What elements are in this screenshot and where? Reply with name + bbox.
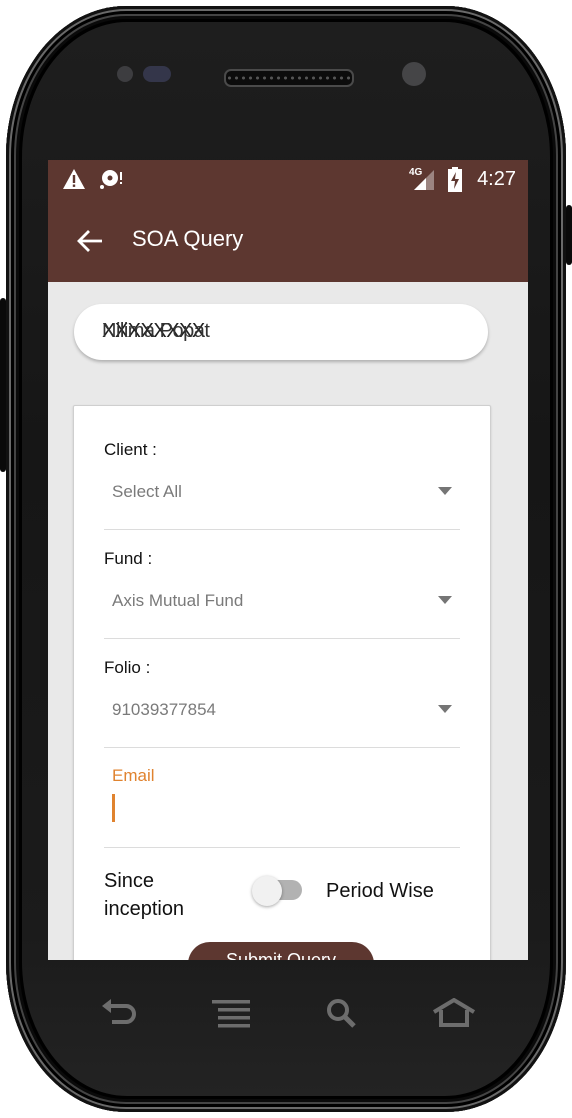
client-name-overlay-b: Nilima Popat — [102, 320, 210, 342]
query-form-card: Client : Select All Fund : Axis Mutual F… — [73, 405, 491, 960]
client-name-field[interactable]: XXXXXXXX Nilima Popat — [74, 304, 488, 360]
device-menu-icon[interactable] — [212, 998, 252, 1028]
power-button — [566, 205, 572, 265]
divider — [104, 747, 460, 748]
client-label: Client : — [104, 440, 157, 459]
folio-label: Folio : — [104, 658, 151, 677]
front-camera — [402, 62, 426, 86]
divider — [104, 529, 460, 530]
status-bar: 4G 4:27 — [48, 160, 528, 200]
signal-icon — [414, 170, 434, 190]
app-bar: SOA Query — [48, 200, 528, 282]
fund-label: Fund : — [104, 549, 153, 568]
page-title: SOA Query — [132, 226, 244, 251]
earpiece-speaker — [224, 69, 354, 87]
light-sensor — [143, 66, 171, 82]
period-toggle-thumb[interactable] — [252, 876, 282, 906]
device-search-icon[interactable] — [326, 998, 358, 1028]
proximity-sensor — [117, 66, 133, 82]
dropdown-arrow-icon — [438, 487, 452, 495]
divider — [104, 847, 460, 848]
since-inception-label: Since inception — [104, 867, 184, 923]
email-input[interactable] — [104, 790, 460, 828]
email-label: Email — [112, 766, 155, 785]
period-wise-label: Period Wise — [326, 880, 434, 902]
sd-card-alert-icon — [100, 170, 122, 189]
dropdown-arrow-icon — [438, 596, 452, 604]
since-inception-line1: Since — [104, 870, 155, 892]
folio-selected-value: 91039377854 — [112, 700, 217, 719]
dropdown-arrow-icon — [438, 705, 452, 713]
device-back-icon[interactable] — [100, 998, 138, 1028]
text-cursor — [112, 794, 115, 822]
warning-icon — [63, 169, 85, 189]
divider — [104, 638, 460, 639]
battery-charging-icon — [448, 167, 462, 192]
volume-button — [0, 298, 6, 472]
since-inception-line2: inception — [104, 898, 185, 920]
arrow-back-icon[interactable] — [76, 228, 104, 254]
status-time: 4:27 — [477, 168, 516, 190]
submit-query-button[interactable]: Submit Query — [188, 942, 374, 960]
client-selected-value: Select All — [112, 482, 182, 501]
device-home-icon[interactable] — [432, 998, 476, 1028]
fund-selected-value: Axis Mutual Fund — [112, 591, 244, 610]
app-screen: 4G 4:27 SOA Query XXXXXXXX Nilima Popat … — [48, 160, 528, 960]
